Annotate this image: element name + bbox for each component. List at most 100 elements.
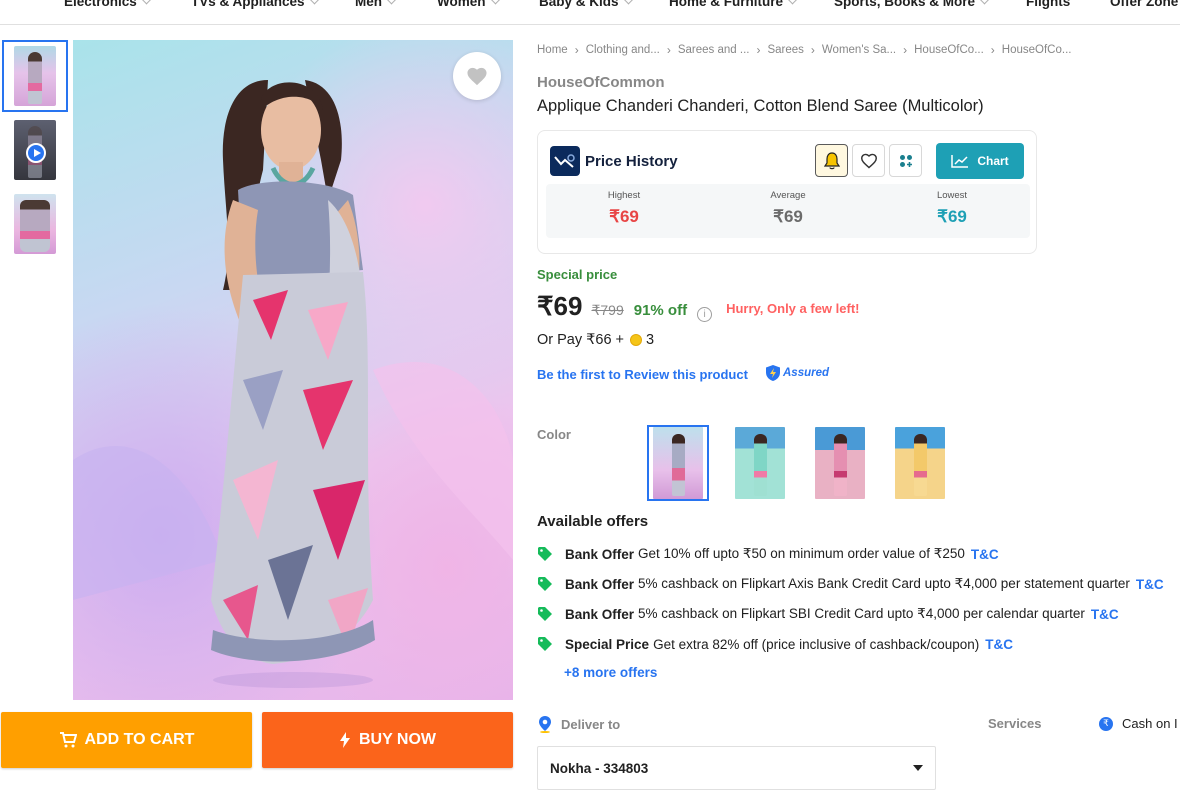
lowest-label: Lowest — [936, 190, 968, 201]
average-label: Average — [770, 190, 806, 201]
saree-thumbnail-image — [14, 46, 56, 106]
offer-item: Bank Offer 5% cashback on Flipkart Axis … — [537, 576, 1164, 592]
highest-label: Highest — [607, 190, 641, 201]
or-pay-text: Or Pay ₹66 + — [537, 332, 624, 348]
offer-tag-icon — [538, 607, 552, 621]
buy-now-label: BUY NOW — [358, 731, 437, 748]
deliver-to-text: Deliver to — [561, 716, 621, 732]
nav-item-offer-zone[interactable]: Offer Zone — [1110, 0, 1178, 9]
offer-item: Bank Offer Get 10% off upto ₹50 on minim… — [537, 546, 999, 562]
swatch-image — [815, 427, 865, 499]
nav-item-baby-kids[interactable]: Baby & Kids — [539, 0, 633, 9]
thumbnail-image-2[interactable] — [2, 188, 68, 260]
available-offers-title: Available offers — [537, 513, 649, 530]
color-swatch-mint-floral[interactable] — [729, 425, 791, 501]
breadcrumb-brand[interactable]: HouseOfCo... — [914, 44, 984, 56]
first-review-link[interactable]: Be the first to Review this product — [537, 367, 748, 382]
saree-thumbnail-image — [14, 194, 56, 254]
highest-value: ₹69 — [609, 207, 639, 226]
breadcrumb-sarees[interactable]: Sarees — [767, 44, 803, 56]
nav-item-men[interactable]: Men — [355, 0, 397, 9]
nav-item-flights[interactable]: Flights — [1026, 0, 1070, 9]
breadcrumb: Home › Clothing and... › Sarees and ... › S… — [537, 43, 1071, 57]
price-history-compare-button[interactable] — [889, 144, 922, 177]
product-main-image[interactable] — [73, 40, 513, 700]
info-icon[interactable]: i — [697, 307, 713, 322]
play-icon — [26, 143, 46, 163]
price-chart-button-label: Chart — [977, 154, 1009, 168]
product-brand: HouseOfCommon — [537, 74, 665, 91]
swatch-image — [735, 427, 785, 499]
service-text: Cash on I — [1122, 716, 1178, 731]
nav-item-electronics[interactable]: Electronics — [64, 0, 152, 9]
offer-type: Bank Offer — [565, 606, 635, 622]
color-swatch-yellow-floral[interactable] — [889, 425, 951, 501]
lightning-icon — [339, 732, 350, 748]
thumbnail-image-1[interactable] — [2, 40, 68, 112]
nav-item-sports-books[interactable]: Sports, Books & More — [834, 0, 990, 9]
nav-item-tvs-appliances[interactable]: TVs & Appliances — [191, 0, 319, 9]
deliver-to-label: Deliver to — [537, 715, 620, 733]
offer-tnc-link[interactable]: T&C — [971, 547, 999, 562]
buy-now-button[interactable]: BUY NOW — [262, 712, 513, 768]
price-row: ₹69 ₹799 91% off i Hurry, Only a few lef… — [537, 291, 859, 322]
offer-item: Special Price Get extra 82% off (price i… — [537, 636, 1013, 652]
thumbnail-video-1[interactable] — [2, 114, 68, 186]
price-history-wishlist-button[interactable] — [852, 144, 885, 177]
swatch-image — [895, 427, 945, 499]
offer-type: Bank Offer — [565, 546, 635, 562]
chevron-right-icon: › — [666, 43, 671, 57]
offer-tag-icon — [538, 637, 552, 651]
lowest-value: ₹69 — [937, 207, 967, 226]
breadcrumb-sarees-and[interactable]: Sarees and ... — [678, 44, 750, 56]
offer-tnc-link[interactable]: T&C — [1136, 577, 1164, 592]
chevron-right-icon: › — [810, 43, 815, 57]
breadcrumb-womens-sarees[interactable]: Women's Sa... — [822, 44, 896, 56]
or-pay-with-coins: Or Pay ₹66 + 3 — [537, 332, 654, 348]
breadcrumb-home[interactable]: Home — [537, 44, 568, 56]
breadcrumb-product[interactable]: HouseOfCo... — [1002, 44, 1072, 56]
chevron-right-icon: › — [574, 43, 579, 57]
location-pin-icon — [539, 716, 551, 733]
color-label: Color — [537, 427, 571, 442]
breadcrumb-clothing[interactable]: Clothing and... — [586, 44, 660, 56]
add-to-cart-label: ADD TO CART — [84, 731, 195, 748]
offer-type: Bank Offer — [565, 576, 635, 592]
offer-text: Get 10% off upto ₹50 on minimum order va… — [638, 546, 965, 561]
assured-badge: Assured — [765, 364, 829, 382]
pincode-select[interactable]: Nokha - 334803 — [537, 746, 936, 790]
price-alert-button[interactable] — [815, 144, 848, 177]
offer-tnc-link[interactable]: T&C — [1091, 607, 1119, 622]
chevron-right-icon: › — [903, 43, 908, 57]
chevron-down-icon — [623, 0, 633, 5]
grid-plus-icon — [899, 154, 912, 167]
nav-item-women[interactable]: Women — [437, 0, 500, 9]
price-history-logo-icon — [550, 146, 580, 176]
discount-percent: 91% off — [633, 302, 688, 319]
more-offers-link[interactable]: +8 more offers — [564, 665, 657, 680]
chevron-right-icon: › — [756, 43, 761, 57]
chevron-down-icon — [309, 0, 319, 5]
product-title: Applique Chanderi Chanderi, Cotton Blend… — [537, 97, 984, 115]
chevron-down-icon — [141, 0, 152, 5]
wishlist-button[interactable] — [453, 52, 501, 100]
price-stat-average: Average ₹69 — [728, 190, 848, 227]
nav-item-home-furniture[interactable]: Home & Furniture — [669, 0, 798, 9]
chevron-down-icon — [787, 0, 798, 5]
offer-text: 5% cashback on Flipkart SBI Credit Card … — [638, 606, 1085, 621]
chevron-down-icon — [979, 0, 990, 5]
price-stat-lowest: Lowest ₹69 — [892, 190, 1012, 227]
color-swatch-pink-floral[interactable] — [809, 425, 871, 501]
price-history-stats: Highest ₹69 Average ₹69 Lowest ₹69 — [546, 184, 1030, 238]
offer-item: Bank Offer 5% cashback on Flipkart SBI C… — [537, 606, 1119, 622]
selling-price: ₹69 — [537, 291, 583, 321]
chevron-down-icon — [386, 0, 397, 5]
offer-tnc-link[interactable]: T&C — [985, 637, 1013, 652]
heart-icon — [467, 67, 487, 86]
category-nav: Electronics TVs & Appliances Men Women B… — [0, 0, 1180, 25]
price-chart-button[interactable]: Chart — [936, 143, 1024, 179]
add-to-cart-button[interactable]: ADD TO CART — [1, 712, 252, 768]
offer-tag-icon — [538, 577, 552, 591]
special-price-label: Special price — [537, 267, 618, 282]
color-swatch-multicolor-grey[interactable] — [647, 425, 709, 501]
